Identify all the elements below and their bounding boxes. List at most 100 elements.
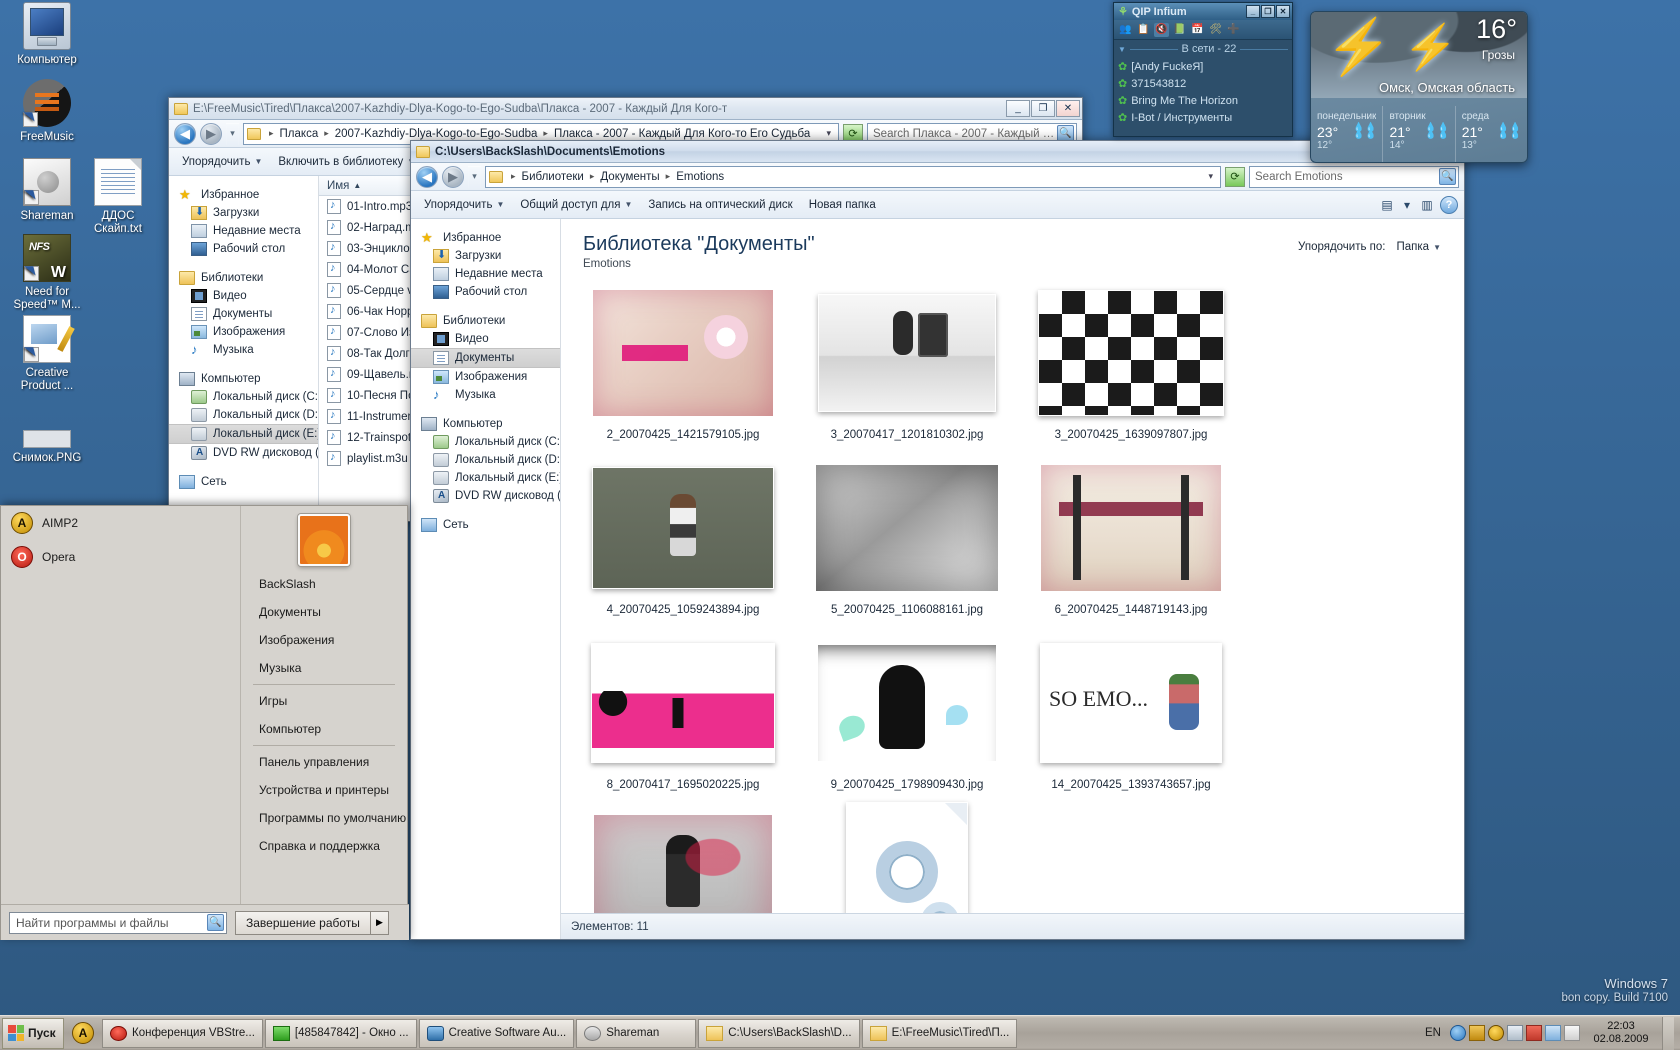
start-menu-item-5[interactable]: Компьютер <box>241 715 407 743</box>
calendar-icon[interactable]: 📅 <box>1190 23 1205 37</box>
taskbar-task[interactable]: E:\FreeMusic\Tired\П... <box>861 1018 1018 1048</box>
nav-item-dvd[interactable]: DVD RW дисковод (F <box>169 444 318 462</box>
nav-item-documents[interactable]: Документы <box>169 305 318 323</box>
history-dropdown-icon[interactable]: ▾ <box>226 123 239 145</box>
explorer-window-emotions[interactable]: C:\Users\BackSlash\Documents\Emotions _ … <box>410 140 1465 940</box>
thumbnail-item[interactable]: 3_20070425_1639097807.jpg <box>1019 280 1243 441</box>
start-program-item[interactable]: O Opera <box>1 540 240 574</box>
tray-icon-1[interactable] <box>1450 1025 1466 1041</box>
nav-network-header[interactable]: Сеть <box>411 516 560 534</box>
nav-libraries-header[interactable]: Библиотеки <box>411 312 560 330</box>
nav-item-drive-e[interactable]: Локальный диск (E:) <box>169 424 318 444</box>
back-button[interactable]: ◀ <box>416 165 438 188</box>
forward-button[interactable]: ▶ <box>442 165 464 188</box>
nav-computer-header[interactable]: Компьютер <box>411 415 560 433</box>
start-button[interactable]: Пуск <box>2 1017 64 1049</box>
taskbar-task[interactable]: Конференция VBStre... <box>102 1018 263 1048</box>
desktop-icon-freemusic[interactable]: FreeMusic <box>5 79 89 145</box>
search-input[interactable]: Search Emotions 🔍 <box>1249 165 1459 188</box>
nav-item-drive-d[interactable]: Локальный диск (D:) <box>411 451 560 469</box>
change-view-icon[interactable]: ▤ <box>1376 195 1398 215</box>
start-menu-item-4[interactable]: Игры <box>241 687 407 715</box>
nav-item-recent[interactable]: Недавние места <box>411 265 560 283</box>
thumbnail-item[interactable]: 4_20070425_1059243894.jpg <box>571 455 795 616</box>
taskbar-task[interactable]: Creative Software Au... <box>418 1018 575 1048</box>
start-menu[interactable]: AAIMP2OOpera ▶ Все программы BackSlash Д… <box>0 505 409 940</box>
address-dropdown-icon[interactable]: ▾ <box>1204 171 1217 182</box>
refresh-icon[interactable]: ⟳ <box>1225 166 1245 187</box>
arrange-dropdown[interactable]: Папка ▼ <box>1392 239 1447 255</box>
qip-contact[interactable]: ✿ 371543812 <box>1114 75 1292 92</box>
taskbar-task[interactable]: Shareman <box>576 1018 697 1048</box>
breadcrumb-item[interactable]: Emotions <box>673 170 727 184</box>
desktop-icon-ddos-txt[interactable]: ДДОС Скайп.txt <box>76 158 160 237</box>
tools-icon[interactable]: 🛠 <box>1208 23 1223 37</box>
start-menu-item-8[interactable]: Программы по умолчанию <box>241 804 407 832</box>
thumbnail-item[interactable]: 9_20070425_1798909430.jpg <box>795 630 1019 791</box>
organize-button[interactable]: Упорядочить ▼ <box>175 152 269 172</box>
titlebar[interactable]: E:\FreeMusic\Tired\Плакса\2007-Kazhdiy-D… <box>169 98 1082 120</box>
include-in-library-button[interactable]: Включить в библиотеку▼ <box>271 152 422 172</box>
nav-item-dvd[interactable]: DVD RW дисковод (F <box>411 487 560 505</box>
nav-item-pictures[interactable]: Изображения <box>169 323 318 341</box>
shutdown-button[interactable]: Завершение работы <box>235 910 371 935</box>
nav-computer-header[interactable]: Компьютер <box>169 370 318 388</box>
qip-contact[interactable]: ✿ [Andy FuckeЯ] <box>1114 58 1292 75</box>
nav-item-music[interactable]: ♪ Музыка <box>169 341 318 359</box>
language-indicator[interactable]: EN <box>1419 1025 1447 1041</box>
new-folder-button[interactable]: Новая папка <box>802 195 883 215</box>
history-icon[interactable]: 📋 <box>1136 23 1151 37</box>
nav-item-drive-d[interactable]: Локальный диск (D:) <box>169 406 318 424</box>
thumbnail-item[interactable]: 6_20070425_1448719143.jpg <box>1019 455 1243 616</box>
organize-button[interactable]: Упорядочить ▼ <box>417 195 511 215</box>
view-dropdown-icon[interactable]: ▾ <box>1400 195 1414 215</box>
qip-contact[interactable]: ✿ Bring Me The Horizon <box>1114 92 1292 109</box>
action-center-icon[interactable] <box>1564 1025 1580 1041</box>
nav-favorites-header[interactable]: ★ Избранное <box>169 186 318 204</box>
accounts-icon[interactable]: 📗 <box>1172 23 1187 37</box>
desktop-icon-computer[interactable]: Компьютер <box>5 2 89 68</box>
help-icon[interactable]: ? <box>1440 195 1458 214</box>
nav-item-video[interactable]: Видео <box>411 330 560 348</box>
forward-button[interactable]: ▶ <box>200 122 222 145</box>
thumbnail-item[interactable]: 2_20070425_1421579105.jpg <box>571 280 795 441</box>
search-icon[interactable]: 🔍 <box>207 914 224 931</box>
tray-icon-5[interactable] <box>1526 1025 1542 1041</box>
qip-titlebar[interactable]: ⚘ QIP Infium _ ❐ ✕ <box>1114 3 1292 20</box>
nav-item-video[interactable]: Видео <box>169 287 318 305</box>
mute-icon[interactable]: 🔇 <box>1154 22 1169 37</box>
taskbar-task[interactable]: C:\Users\BackSlash\D... <box>698 1018 860 1048</box>
start-menu-item-3[interactable]: Музыка <box>241 654 407 682</box>
tray-icon-3[interactable] <box>1488 1025 1504 1041</box>
maximize-button[interactable]: ❐ <box>1261 5 1275 18</box>
nav-item-documents[interactable]: Документы <box>411 348 560 368</box>
qip-infium-window[interactable]: ⚘ QIP Infium _ ❐ ✕ 👥 📋 🔇 📗 📅 🛠 ➕ ▼ В сет… <box>1113 2 1293 137</box>
minimize-button[interactable]: _ <box>1246 5 1260 18</box>
share-with-button[interactable]: Общий доступ для ▼ <box>513 195 639 215</box>
add-contact-icon[interactable]: ➕ <box>1226 23 1241 37</box>
close-button[interactable]: ✕ <box>1056 100 1080 117</box>
nav-item-desktop[interactable]: Рабочий стол <box>411 283 560 301</box>
network-icon[interactable] <box>1545 1025 1561 1041</box>
close-button[interactable]: ✕ <box>1276 5 1290 18</box>
address-bar[interactable]: ▸ Библиотеки ▸ Документы ▸ Emotions ▾ <box>485 165 1221 188</box>
nav-item-downloads[interactable]: Загрузки <box>411 247 560 265</box>
preview-pane-icon[interactable]: ▥ <box>1416 195 1438 215</box>
contacts-icon[interactable]: 👥 <box>1118 23 1133 37</box>
nav-favorites-header[interactable]: ★ Избранное <box>411 229 560 247</box>
start-search-input[interactable]: Найти программы и файлы 🔍 <box>9 911 227 934</box>
titlebar[interactable]: C:\Users\BackSlash\Documents\Emotions _ … <box>411 141 1464 163</box>
nav-item-drive-e[interactable]: Локальный диск (E:) <box>411 469 560 487</box>
minimize-button[interactable]: _ <box>1006 100 1030 117</box>
nav-item-drive-c[interactable]: Локальный диск (C:) <box>169 388 318 406</box>
clock[interactable]: 22:03 02.08.2009 <box>1583 1020 1659 1046</box>
burn-to-disc-button[interactable]: Запись на оптический диск <box>641 195 799 215</box>
breadcrumb-item[interactable]: Документы <box>597 170 662 184</box>
volume-icon[interactable] <box>1507 1025 1523 1041</box>
desktop-icon-creative[interactable]: Creative Product ... <box>5 315 89 394</box>
start-menu-item-9[interactable]: Справка и поддержка <box>241 832 407 860</box>
tray-icon-2[interactable] <box>1469 1025 1485 1041</box>
nav-item-pictures[interactable]: Изображения <box>411 368 560 386</box>
start-item-user[interactable]: BackSlash <box>241 574 407 598</box>
taskbar-task[interactable]: [485847842] - Окно ... <box>264 1018 417 1048</box>
